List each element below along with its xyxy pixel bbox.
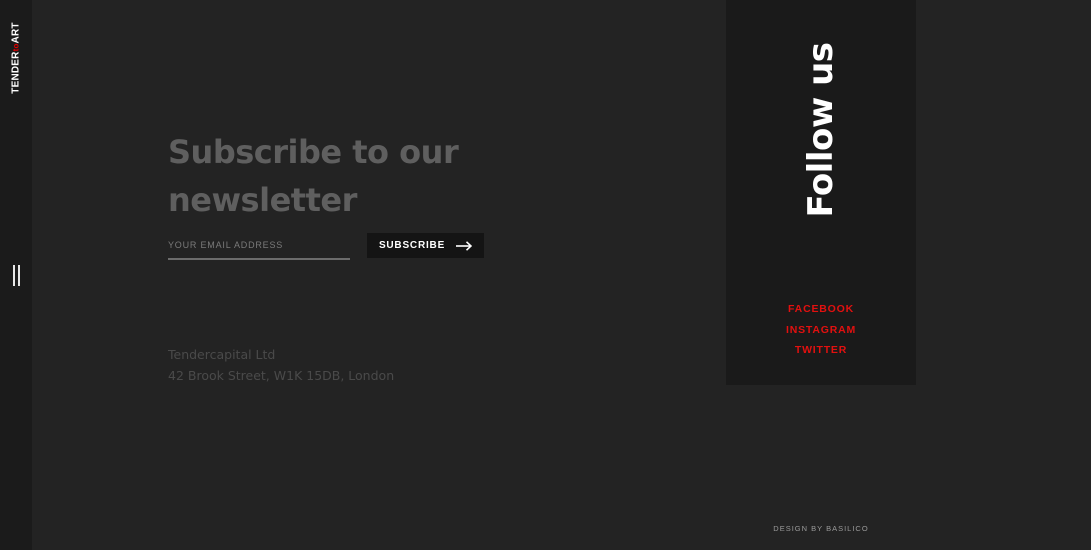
- logo-text-to: to: [11, 43, 21, 52]
- follow-panel: Follow us FACEBOOK INSTAGRAM TWITTER: [726, 0, 916, 385]
- social-links: FACEBOOK INSTAGRAM TWITTER: [726, 299, 916, 361]
- company-name: Tendercapital Ltd: [168, 347, 276, 362]
- email-field-wrapper: [168, 235, 350, 260]
- menu-bar-right: [18, 265, 20, 286]
- email-field[interactable]: [168, 235, 350, 255]
- logo-text-art: ART: [10, 22, 22, 44]
- logo-text-tender: TENDER: [10, 51, 22, 94]
- menu-bar-left: [13, 265, 15, 286]
- company-street: 42 Brook Street, W1K 15DB, London: [168, 368, 395, 383]
- logo-wordmark: TENDERtoART: [11, 22, 22, 93]
- design-credit[interactable]: DESIGN BY BASILICO: [726, 524, 916, 533]
- subscribe-button[interactable]: SUBSCRIBE: [367, 233, 484, 258]
- follow-title: Follow us: [801, 42, 841, 218]
- newsletter-title: Subscribe to our newsletter: [168, 133, 459, 219]
- company-address: Tendercapital Ltd 42 Brook Street, W1K 1…: [168, 344, 394, 386]
- menu-toggle-icon[interactable]: [11, 265, 23, 286]
- arrow-right-icon: [456, 240, 473, 251]
- page: TENDERtoART Subscribe to our newsletter …: [0, 0, 1091, 550]
- logo[interactable]: TENDERtoART: [0, 18, 32, 98]
- facebook-link[interactable]: FACEBOOK: [726, 299, 916, 320]
- subscribe-label: SUBSCRIBE: [378, 240, 446, 251]
- twitter-link[interactable]: TWITTER: [726, 340, 916, 361]
- instagram-link[interactable]: INSTAGRAM: [726, 320, 916, 341]
- left-sidebar: TENDERtoART: [0, 0, 32, 550]
